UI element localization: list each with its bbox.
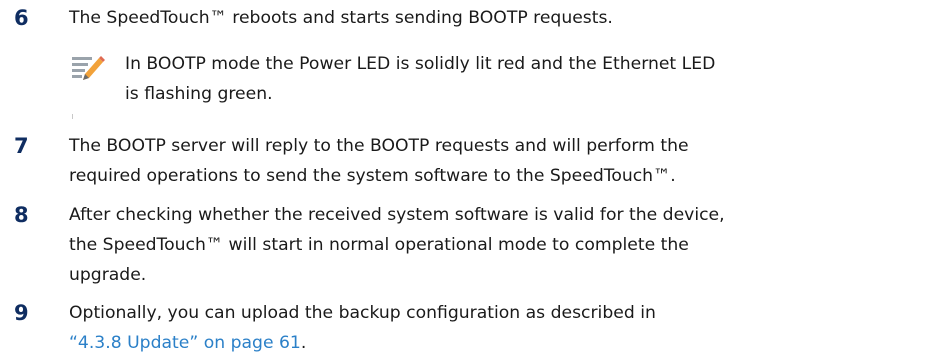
step-text: Optionally, you can upload the backup co…: [69, 298, 929, 358]
note-pencil-icon: [71, 53, 105, 85]
note-text-line: is flashing green.: [125, 84, 273, 104]
step-text-line: After checking whether the received syst…: [69, 205, 725, 225]
note-text-line: In BOOTP mode the Power LED is solidly l…: [125, 54, 716, 74]
step-text-line: The SpeedTouch™ reboots and starts sendi…: [69, 8, 613, 28]
step-text-line: the SpeedTouch™ will start in normal ope…: [69, 235, 689, 255]
step-number: 8: [14, 203, 29, 227]
document-page: 6 The SpeedTouch™ reboots and starts sen…: [0, 0, 942, 353]
step-text-line: required operations to send the system s…: [69, 166, 676, 186]
step-text-line: The BOOTP server will reply to the BOOTP…: [69, 136, 689, 156]
note-divider-tick: [72, 114, 73, 119]
step-text: After checking whether the received syst…: [69, 200, 929, 290]
step-number: 7: [14, 134, 29, 158]
note-block: In BOOTP mode the Power LED is solidly l…: [0, 49, 942, 119]
note-text: In BOOTP mode the Power LED is solidly l…: [125, 49, 925, 109]
cross-reference-link[interactable]: “4.3.8 Update” on page 61: [69, 333, 301, 353]
step-text-line: upgrade.: [69, 265, 147, 285]
step-text-line: “4.3.8 Update” on page 61.: [69, 328, 929, 358]
step-text-punctuation: .: [300, 333, 307, 353]
step-text: The SpeedTouch™ reboots and starts sendi…: [69, 3, 929, 33]
step-text: The BOOTP server will reply to the BOOTP…: [69, 131, 929, 191]
step-number: 6: [14, 6, 29, 30]
step-number: 9: [14, 301, 29, 325]
step-text-line: Optionally, you can upload the backup co…: [69, 303, 656, 323]
